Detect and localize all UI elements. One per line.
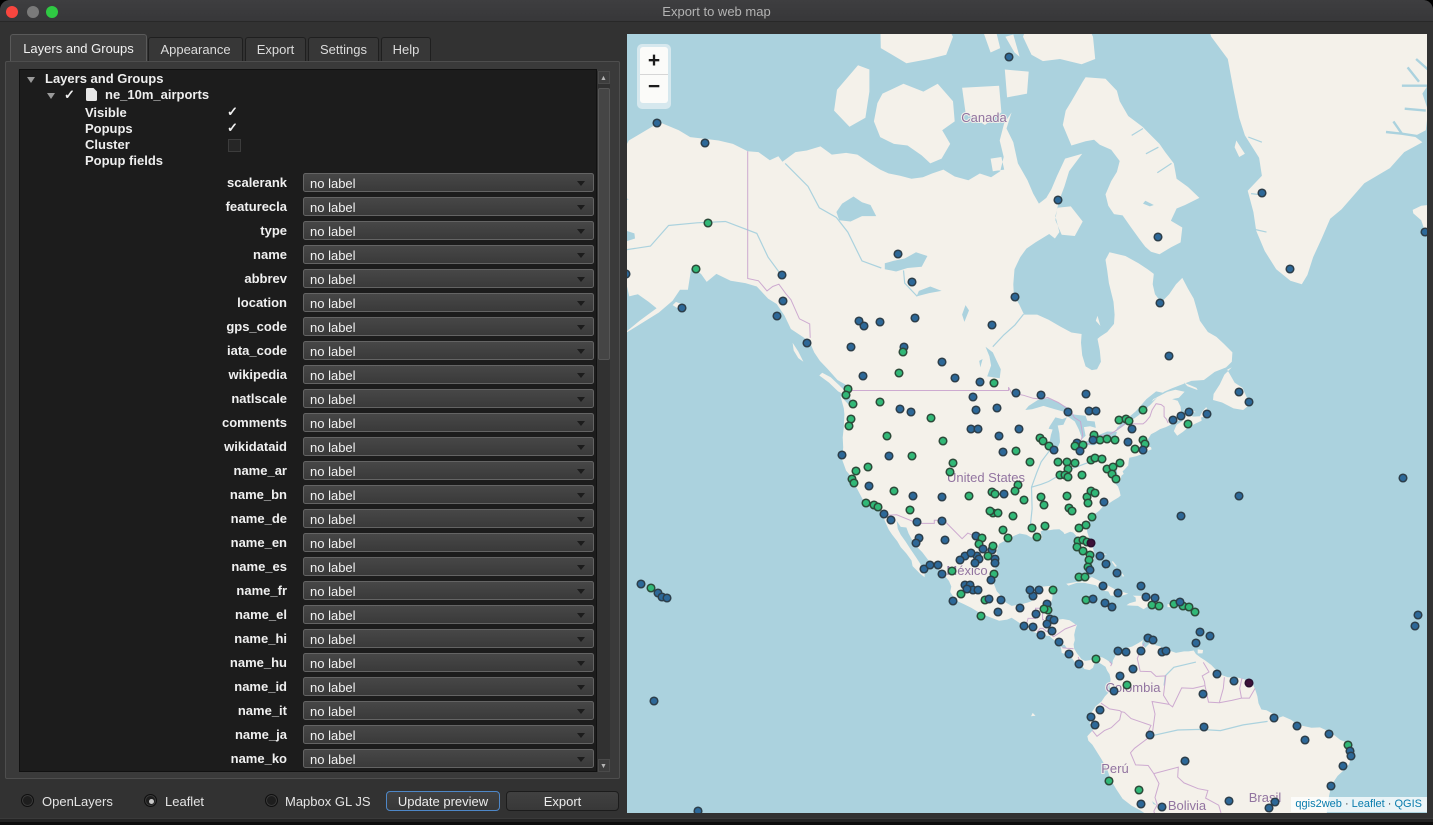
svg-text:United States: United States — [947, 470, 1026, 485]
svg-text:Bolivia: Bolivia — [1168, 798, 1207, 813]
svg-text:Canada: Canada — [961, 110, 1007, 125]
svg-text:Perú: Perú — [1101, 761, 1128, 776]
